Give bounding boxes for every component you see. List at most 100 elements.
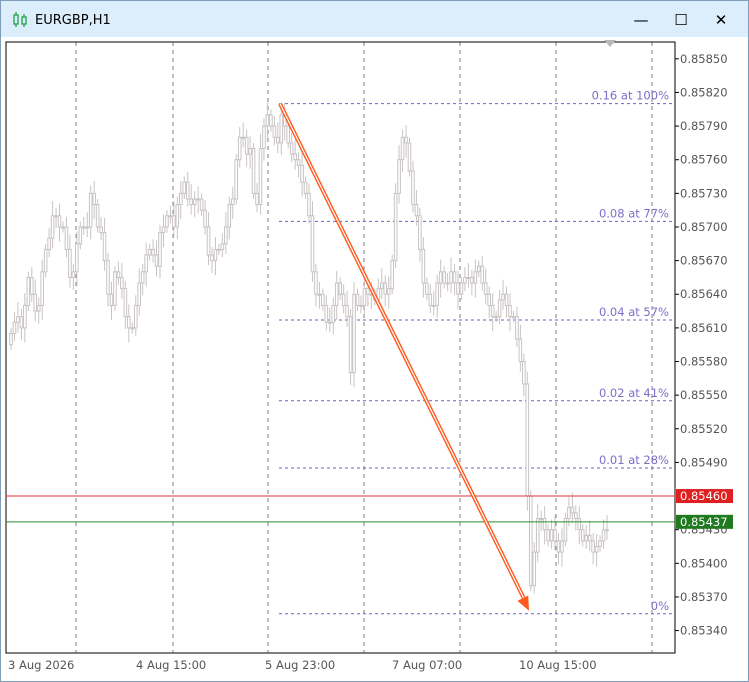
candle-body-86	[307, 192, 311, 217]
fibo-label-1: 0.08 at 77%	[599, 206, 669, 220]
candle-body-92	[327, 321, 332, 324]
candle-body-56	[203, 209, 207, 228]
time-axis[interactable]: 3 Aug 2026 4 Aug 15:00 5 Aug 23:00 7 Aug 07…	[8, 658, 597, 672]
candle-body-54	[196, 198, 200, 201]
candle-body-16	[64, 226, 69, 250]
candle-body-93	[331, 304, 336, 323]
candle-body-75	[269, 114, 273, 127]
candle-body-62	[224, 226, 228, 245]
y-tick-label-8: 0.85610	[680, 321, 728, 335]
candle-body-136	[480, 265, 485, 284]
candle-body-85	[303, 181, 308, 194]
y-tick-label-3: 0.85760	[680, 153, 728, 167]
candle-body-166	[584, 534, 589, 542]
candle-body-134	[473, 271, 478, 284]
minimize-button[interactable]: —	[621, 5, 661, 35]
candle-body-48	[175, 204, 180, 228]
candle-body-109	[386, 288, 391, 295]
candle-body-159	[560, 540, 564, 553]
candle-body-74	[265, 114, 270, 127]
candle-body-144	[508, 304, 512, 318]
candle-body-138	[487, 293, 491, 306]
fibo-label-2: 0.04 at 57%	[599, 305, 669, 319]
price-axis[interactable]: 0.85850 0.85820 0.85790 0.85760 0.85730 0.857…	[675, 52, 733, 638]
candle-body-42	[154, 254, 159, 267]
candle-body-133	[470, 276, 474, 284]
candle-body-1	[12, 321, 17, 334]
candle-body-157	[553, 529, 557, 542]
candle-body-14	[57, 215, 62, 228]
candle-body-37	[137, 282, 142, 306]
candle-body-114	[404, 136, 408, 144]
candle-body-87	[310, 215, 315, 273]
bid-price-label: 0.85437	[680, 515, 728, 529]
y-tick-label-9: 0.85580	[680, 355, 728, 369]
candle-body-112	[397, 159, 401, 194]
candle-body-90	[321, 293, 325, 306]
candle-body-124	[438, 271, 443, 284]
candle-body-161	[567, 506, 571, 519]
candle-body-21	[81, 226, 86, 229]
candle-body-58	[210, 254, 214, 262]
candle-body-20	[78, 226, 83, 245]
candle-body-64	[230, 198, 235, 206]
candle-body-143	[504, 293, 509, 306]
y-tick-label-5: 0.85700	[680, 220, 728, 234]
candle-body-51	[185, 181, 190, 200]
candle-body-81	[289, 142, 294, 155]
candle-body-9	[40, 271, 44, 306]
candle-body-34	[127, 316, 131, 329]
chart-window: EURGBP,H1 — ☐ ✕ 0.16 at 100% 0.08 at 77% 0…	[0, 0, 749, 682]
candle-body-83	[296, 159, 301, 166]
candle-body-41	[151, 248, 155, 256]
x-tick-label-4: 10 Aug 15:00	[519, 658, 597, 672]
candle-body-113	[400, 136, 405, 161]
candle-body-44	[161, 226, 166, 234]
candle-body-23	[88, 192, 93, 228]
candle-body-158	[556, 540, 561, 553]
candle-body-127	[449, 271, 453, 284]
candle-body-122	[431, 304, 436, 307]
candle-body-49	[178, 192, 183, 206]
candle-body-155	[546, 529, 550, 542]
candle-body-103	[366, 288, 370, 295]
candle-body-13	[54, 215, 58, 218]
candle-body-52	[189, 198, 193, 206]
candle-body-4	[23, 304, 27, 329]
candle-body-36	[133, 304, 138, 329]
candle-body-129	[456, 282, 460, 295]
close-button[interactable]: ✕	[701, 5, 741, 35]
candle-body-171	[601, 529, 606, 542]
candle-body-25	[95, 204, 100, 228]
candle-body-57	[206, 226, 211, 256]
candlestick-chart-icon	[13, 12, 27, 27]
price-chart[interactable]: 0.16 at 100% 0.08 at 77% 0.04 at 57% 0.02 a…	[1, 37, 748, 681]
title-bar[interactable]: EURGBP,H1 — ☐ ✕	[1, 1, 748, 37]
candle-body-29	[109, 293, 114, 306]
candle-body-117	[414, 204, 419, 217]
candle-body-45	[165, 215, 169, 228]
candle-body-156	[549, 529, 554, 542]
candle-body-132	[466, 276, 471, 279]
candle-body-71	[255, 192, 259, 206]
candle-body-67	[241, 136, 245, 139]
candle-body-12	[50, 215, 55, 239]
candle-body-108	[383, 282, 388, 295]
candle-body-80	[286, 125, 291, 144]
maximize-button[interactable]: ☐	[661, 5, 701, 35]
candle-body-24	[92, 192, 96, 206]
plot-area	[5, 41, 676, 654]
candle-body-19	[75, 243, 79, 273]
candle-body-102	[362, 288, 367, 306]
candle-body-125	[442, 271, 446, 284]
candle-body-115	[407, 142, 412, 172]
candle-body-68	[244, 136, 249, 155]
candle-body-130	[459, 282, 464, 295]
candle-body-97	[345, 304, 349, 318]
candle-body-61	[220, 243, 225, 250]
candle-body-26	[99, 226, 103, 234]
candle-body-94	[334, 282, 339, 306]
candle-body-162	[570, 506, 575, 514]
y-tick-label-10: 0.85550	[680, 388, 728, 402]
candle-body-40	[147, 248, 152, 256]
